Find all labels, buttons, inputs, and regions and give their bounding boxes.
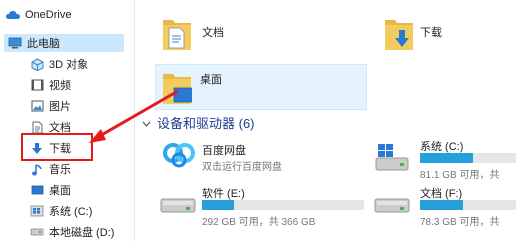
device-baidu-netdisk[interactable]: 百度网盘 双击运行百度网盘 <box>160 138 370 178</box>
sidebar-item-label: 此电脑 <box>27 38 60 50</box>
sidebar-item-label: OneDrive <box>25 9 72 21</box>
navigation-pane: OneDrive 此电脑 3D 对象 视频 图片 文档 下载 音乐 桌面 系统 … <box>0 0 128 241</box>
section-title: 设备和驱动器 (6) <box>157 116 255 131</box>
drive-icon <box>374 195 410 220</box>
device-name: 软件 (E:) <box>202 188 245 200</box>
sidebar-item-label: 3D 对象 <box>49 59 89 71</box>
storage-bar-fill <box>202 200 235 210</box>
picture-icon <box>30 99 44 113</box>
desktop-folder-icon <box>162 68 197 111</box>
sidebar-item-this-pc[interactable]: 此电脑 <box>4 34 124 52</box>
folder-tile-desktop[interactable]: 桌面 <box>155 64 367 110</box>
storage-bar-fill <box>420 200 464 210</box>
folder-label: 下载 <box>420 27 442 39</box>
sidebar-item-label: 音乐 <box>49 164 71 176</box>
device-drive-f[interactable]: 文档 (F:) 78.3 GB 可用，共 <box>372 185 521 228</box>
sidebar-item-videos[interactable]: 视频 <box>30 77 71 93</box>
cloud-icon <box>6 8 20 22</box>
desktop-icon <box>30 183 44 197</box>
sidebar-item-drive-d[interactable]: 本地磁盘 (D:) <box>30 224 114 240</box>
downloads-highlight-box <box>21 133 93 161</box>
drive-icon <box>160 195 196 220</box>
storage-bar <box>202 200 364 210</box>
folder-tile-downloads[interactable]: 下载 <box>384 14 504 54</box>
document-icon <box>30 120 44 134</box>
sidebar-item-label: 视频 <box>49 80 71 92</box>
device-drive-e[interactable]: 软件 (E:) 292 GB 可用，共 366 GB <box>160 185 370 228</box>
device-subtitle: 双击运行百度网盘 <box>202 162 282 173</box>
sidebar-item-label: 本地磁盘 (D:) <box>49 227 115 239</box>
storage-bar <box>420 200 516 210</box>
device-free-space: 78.3 GB 可用，共 <box>420 217 500 228</box>
sidebar-item-onedrive[interactable]: OneDrive <box>6 8 71 22</box>
sidebar-item-label: 图片 <box>49 101 71 113</box>
device-name: 百度网盘 <box>202 145 246 157</box>
sidebar-item-drive-c[interactable]: 系统 (C:) <box>30 203 92 219</box>
video-icon <box>30 78 44 92</box>
cube-icon <box>30 57 44 71</box>
sidebar-item-label: 系统 (C:) <box>49 206 93 218</box>
windows-drive-icon <box>374 142 410 177</box>
baidu-netdisk-icon <box>162 140 196 175</box>
sidebar-item-3d-objects[interactable]: 3D 对象 <box>30 56 88 72</box>
chevron-down-icon <box>142 115 151 130</box>
document-folder-icon <box>162 14 192 57</box>
sidebar-item-pictures[interactable]: 图片 <box>30 98 71 114</box>
drive-icon <box>30 225 44 239</box>
device-drive-c[interactable]: 系统 (C:) 81.1 GB 可用，共 <box>372 138 521 181</box>
windows-drive-icon <box>30 204 44 218</box>
storage-bar <box>420 153 516 163</box>
sidebar-item-desktop[interactable]: 桌面 <box>30 182 71 198</box>
device-free-space: 292 GB 可用，共 366 GB <box>202 217 316 228</box>
folder-label: 文档 <box>202 27 224 39</box>
computer-icon <box>8 36 22 50</box>
device-free-space: 81.1 GB 可用，共 <box>420 170 500 181</box>
device-name: 系统 (C:) <box>420 141 464 153</box>
music-icon <box>30 162 44 176</box>
device-name: 文档 (F:) <box>420 188 463 200</box>
sidebar-item-music[interactable]: 音乐 <box>30 161 71 177</box>
storage-bar-fill <box>420 153 473 163</box>
download-folder-icon <box>384 14 414 57</box>
pane-divider <box>134 0 135 241</box>
sidebar-item-label: 桌面 <box>49 185 71 197</box>
folder-label: 桌面 <box>200 74 222 86</box>
folder-tile-documents[interactable]: 文档 <box>162 14 312 54</box>
devices-section-header[interactable]: 设备和驱动器 (6) <box>142 113 255 132</box>
